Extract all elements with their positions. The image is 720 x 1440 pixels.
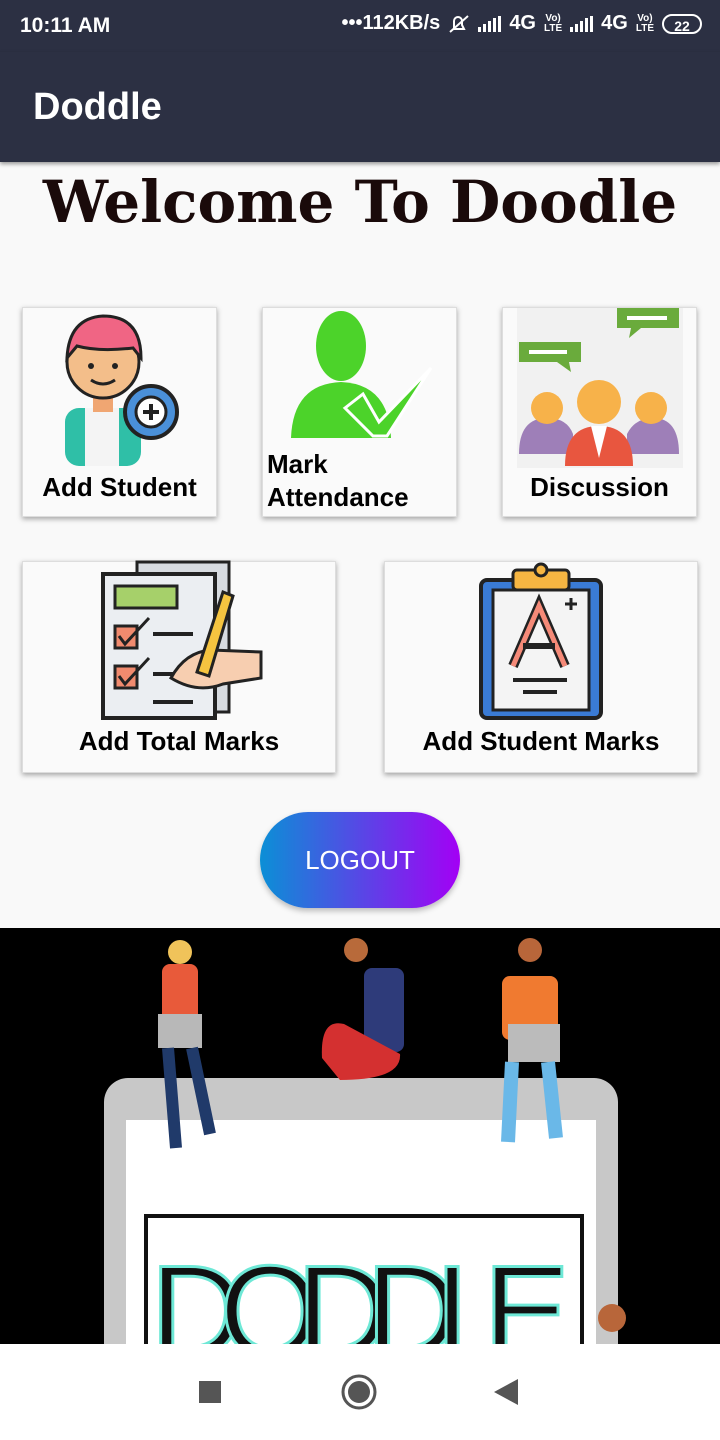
discussion-card[interactable]: Discussion [502, 307, 697, 517]
discussion-icon [517, 308, 683, 468]
add-total-marks-card[interactable]: Add Total Marks [22, 560, 336, 773]
volte-icon: Vo) LTE [544, 12, 563, 34]
battery-icon: 22 [662, 13, 702, 34]
mute-icon [449, 14, 469, 33]
discussion-label: Discussion [530, 472, 669, 502]
network-type-2: 4G [601, 12, 628, 34]
total-marks-icon [101, 560, 263, 720]
add-student-icon [65, 314, 179, 466]
status-time: 10:11 AM [20, 14, 111, 37]
add-student-label: Add Student [42, 472, 197, 502]
banner-text: DODDLE [150, 1238, 570, 1344]
status-bar: 10:11 AM •••112KB/s 4G Vo) LTE 4G Vo) LTE … [0, 0, 720, 52]
navigation-bar [0, 1344, 720, 1440]
add-student-marks-label: Add Student Marks [422, 726, 660, 756]
mark-attendance-label: Mark Attendance [267, 448, 460, 514]
mark-attendance-line1: Mark [267, 449, 328, 479]
add-student-marks-card[interactable]: Add Student Marks [384, 561, 698, 773]
student-marks-icon [479, 562, 603, 720]
app-bar: Doddle [0, 52, 720, 162]
mark-attendance-card[interactable]: Mark Attendance [262, 307, 457, 517]
add-total-marks-label: Add Total Marks [78, 726, 280, 756]
nav-recents-icon[interactable] [199, 1381, 221, 1403]
signal-icon-2 [570, 15, 594, 32]
status-icons: •••112KB/s 4G Vo) LTE 4G Vo) LTE 22 [341, 12, 702, 35]
mark-attendance-line2: Attendance [267, 482, 409, 512]
banner-illustration: DODDLE [104, 938, 626, 1344]
network-type-1: 4G [509, 12, 536, 34]
attendance-icon [291, 311, 433, 438]
network-speed: •••112KB/s [341, 12, 441, 34]
signal-icon [478, 15, 502, 32]
app-title: Doddle [33, 86, 162, 128]
volte-icon-2: Vo) LTE [635, 12, 654, 34]
add-student-card[interactable]: Add Student [22, 307, 217, 517]
welcome-heading: Welcome To Doodle [42, 168, 678, 236]
nav-home-icon[interactable] [341, 1374, 377, 1410]
logout-button[interactable]: LOGOUT [260, 812, 460, 908]
nav-back-icon[interactable] [494, 1379, 518, 1405]
doodle-banner: DODDLE [0, 928, 720, 1344]
